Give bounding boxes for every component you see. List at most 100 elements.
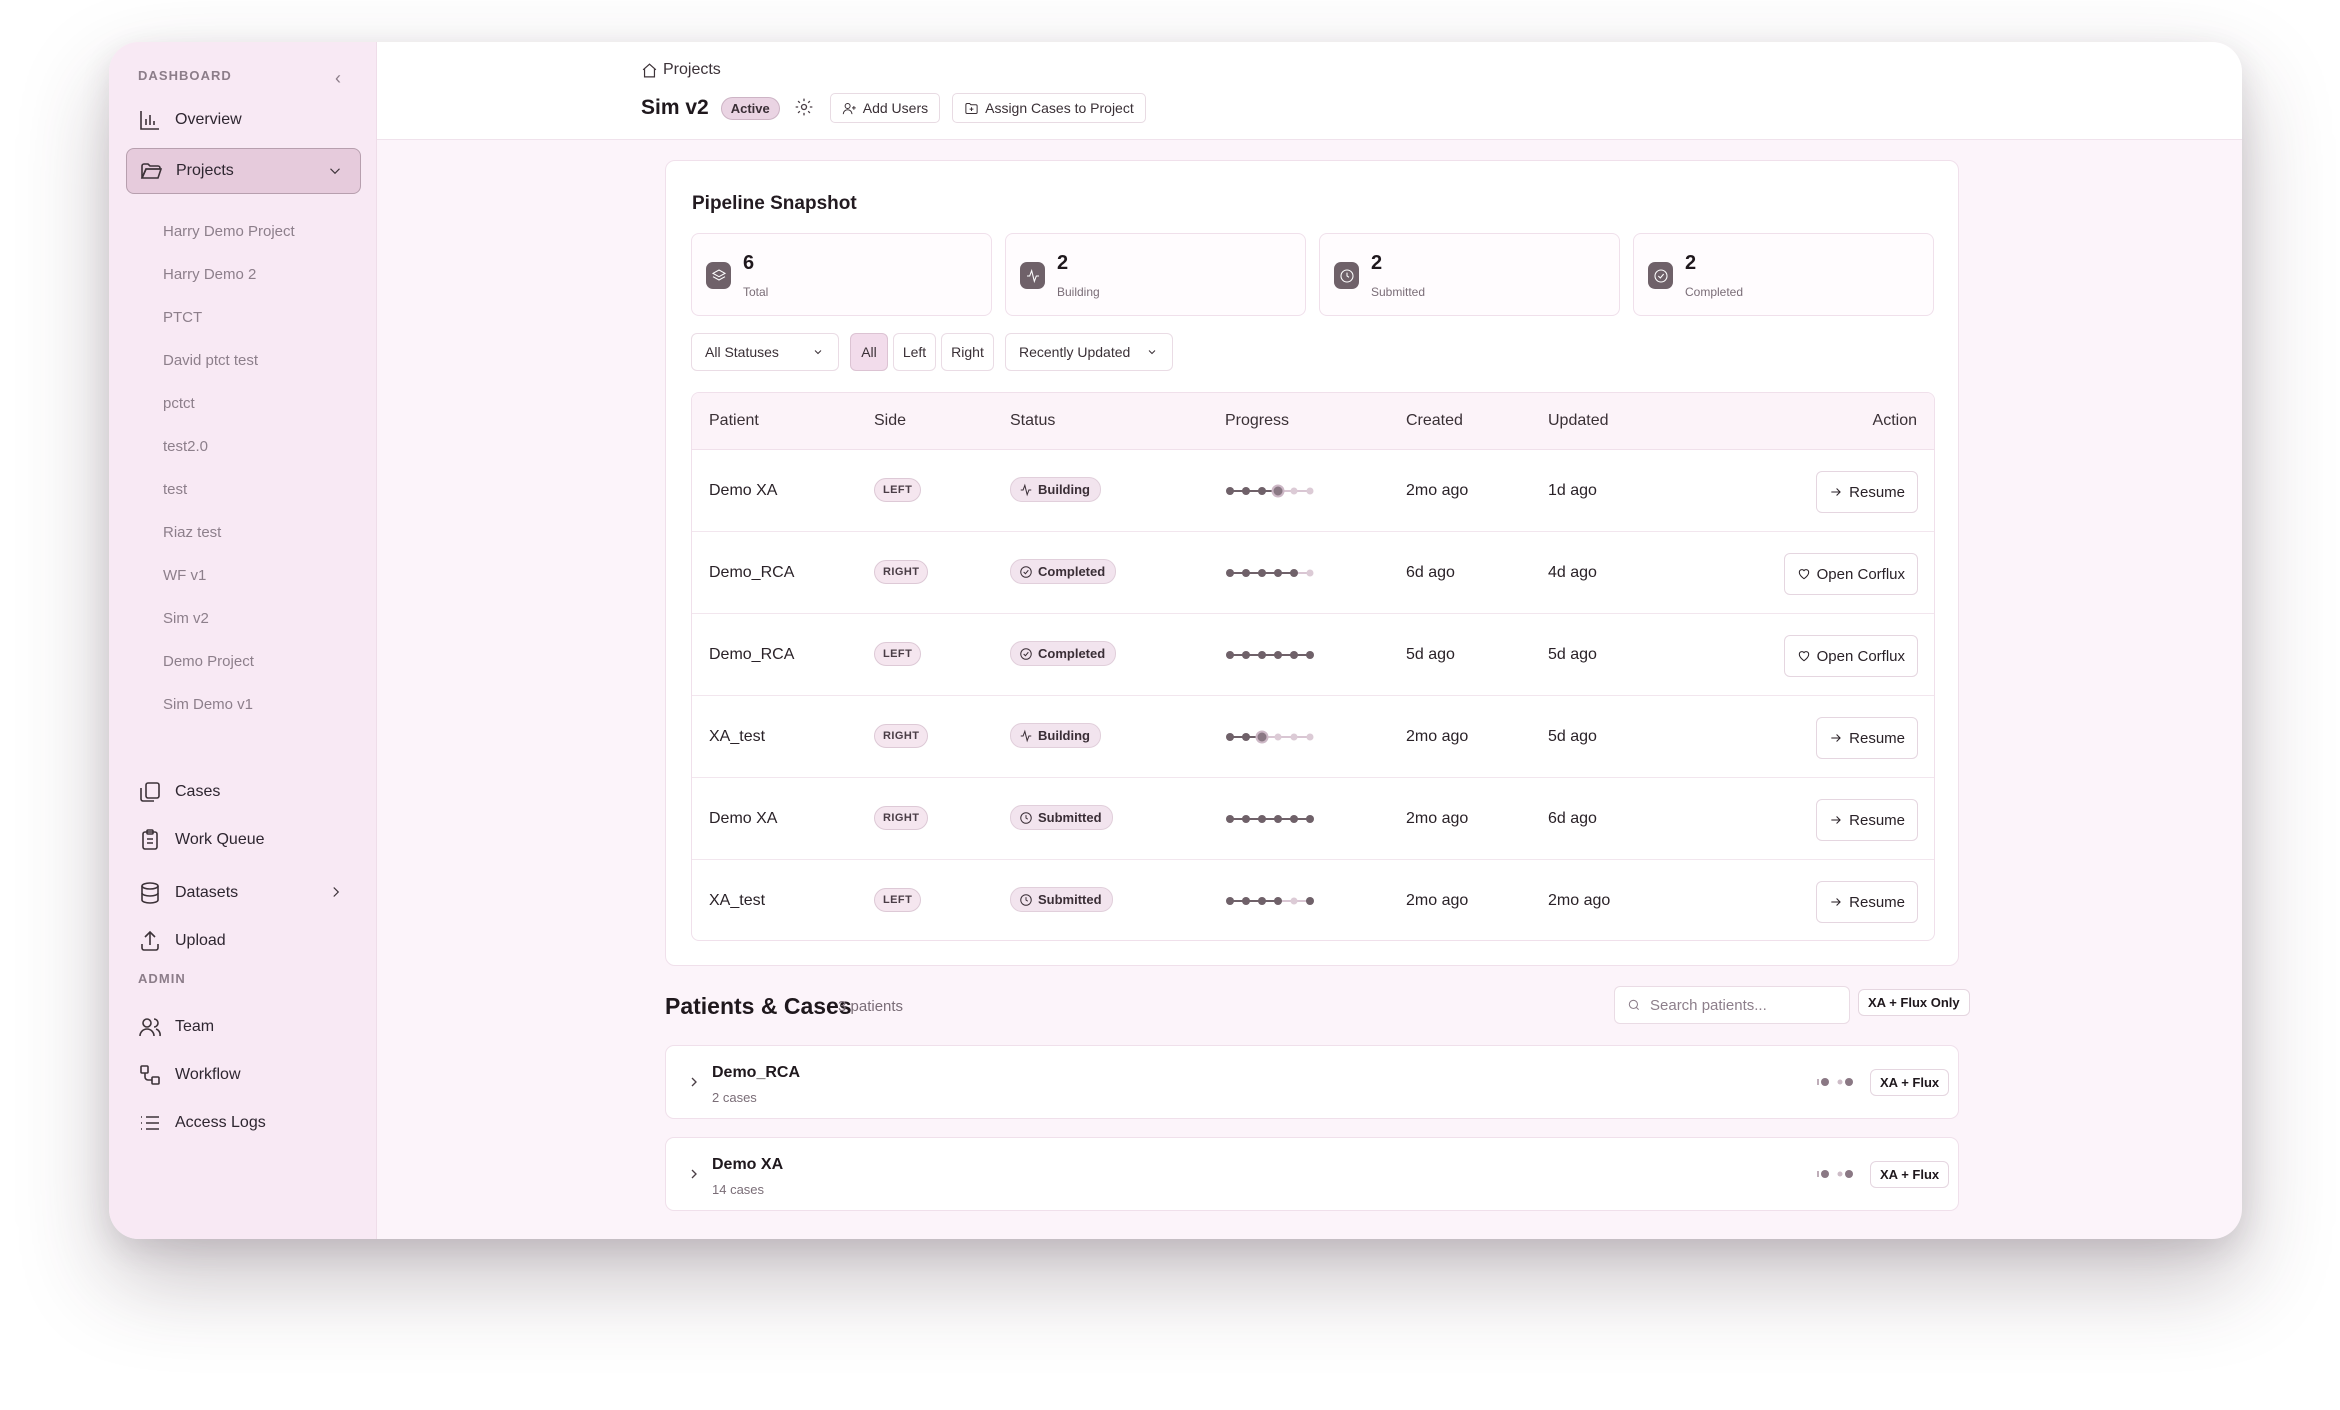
table-row: Demo XA RIGHT Submitted 2mo ago 6d ago Resume bbox=[692, 778, 1934, 860]
progress-step-done bbox=[1274, 651, 1282, 659]
progress-step-done bbox=[1242, 651, 1250, 659]
status-badge: Active bbox=[720, 96, 780, 120]
sidebar-project-item[interactable]: Sim v2 bbox=[163, 610, 209, 627]
sidebar-project-item[interactable]: Demo Project bbox=[163, 653, 254, 670]
progress-step-done bbox=[1226, 569, 1234, 577]
nav-projects-label: Projects bbox=[176, 162, 234, 179]
sidebar-project-item[interactable]: Riaz test bbox=[163, 524, 221, 541]
nav-access-logs[interactable]: Access Logs bbox=[126, 1100, 361, 1146]
chevron-right-icon[interactable] bbox=[327, 883, 345, 901]
progress-step-done bbox=[1290, 815, 1298, 823]
table-row: Demo_RCA LEFT Completed 5d ago 5d ago Open Co… bbox=[692, 614, 1934, 696]
row-action-button[interactable]: Resume bbox=[1816, 471, 1918, 513]
row-action-button[interactable]: Resume bbox=[1816, 717, 1918, 759]
row-action-button[interactable]: Resume bbox=[1816, 799, 1918, 841]
progress-step-done bbox=[1258, 651, 1266, 659]
row-action-button[interactable]: Open Corflux bbox=[1783, 635, 1918, 677]
progress-step-done bbox=[1290, 651, 1298, 659]
user-plus-icon bbox=[842, 102, 856, 114]
check-circle-icon bbox=[1653, 268, 1668, 283]
settings-button[interactable] bbox=[794, 97, 816, 119]
progress-step-done bbox=[1306, 651, 1314, 659]
nav-cases-label: Cases bbox=[175, 783, 221, 800]
patient-row[interactable]: Demo_RCA 2 cases XA + Flux bbox=[665, 1045, 1959, 1119]
sidebar-project-item[interactable]: PTCT bbox=[163, 309, 202, 326]
progress-step-pending bbox=[1290, 897, 1298, 905]
sidebar: DASHBOARD ‹ Overview Projects Harry Demo… bbox=[109, 42, 377, 1239]
sidebar-project-item[interactable]: test bbox=[163, 481, 187, 498]
breadcrumb[interactable]: Projects bbox=[641, 61, 721, 79]
nav-work-queue[interactable]: Work Queue bbox=[126, 817, 361, 863]
assign-cases-button[interactable]: Assign Cases to Project bbox=[952, 93, 1146, 123]
row-created: 2mo ago bbox=[1406, 728, 1469, 745]
progress-track bbox=[1226, 484, 1314, 498]
progress-step-done bbox=[1226, 733, 1234, 741]
side-filter-all[interactable]: All bbox=[850, 333, 888, 371]
table-row: Demo_RCA RIGHT Completed 6d ago 4d ago Open C… bbox=[692, 532, 1934, 614]
row-action-button[interactable]: Open Corflux bbox=[1783, 553, 1918, 595]
users-icon bbox=[139, 1018, 161, 1037]
collapse-sidebar-icon[interactable]: ‹ bbox=[328, 68, 348, 88]
status-filter-value: All Statuses bbox=[705, 344, 779, 360]
app-window: DASHBOARD ‹ Overview Projects Harry Demo… bbox=[109, 42, 2242, 1239]
nav-team[interactable]: Team bbox=[126, 1004, 361, 1050]
add-users-button[interactable]: Add Users bbox=[829, 93, 941, 123]
progress-step-done bbox=[1258, 897, 1266, 905]
chevron-right-icon[interactable] bbox=[686, 1166, 702, 1182]
chevron-down-icon bbox=[814, 350, 822, 355]
progress-step-pending bbox=[1274, 733, 1282, 741]
row-action-button[interactable]: Resume bbox=[1816, 881, 1918, 923]
row-patient: XA_test bbox=[709, 728, 766, 745]
arrow-right-icon bbox=[1831, 816, 1841, 824]
assign-cases-label: Assign Cases to Project bbox=[985, 100, 1134, 116]
side-badge: LEFT bbox=[874, 478, 922, 502]
progress-step-done bbox=[1226, 487, 1234, 495]
row-created: 2mo ago bbox=[1406, 482, 1469, 499]
chevron-down-icon[interactable] bbox=[326, 162, 344, 180]
row-updated: 2mo ago bbox=[1548, 892, 1611, 909]
sidebar-project-item[interactable]: Harry Demo 2 bbox=[163, 266, 256, 283]
nav-upload[interactable]: Upload bbox=[126, 918, 361, 964]
side-badge: RIGHT bbox=[874, 806, 929, 830]
row-action-label: Resume bbox=[1849, 483, 1905, 501]
xa-flux-only-filter[interactable]: XA + Flux Only bbox=[1858, 989, 1970, 1016]
breadcrumb-projects[interactable]: Projects bbox=[663, 61, 721, 79]
row-patient: Demo_RCA bbox=[709, 564, 795, 581]
row-status-label: Completed bbox=[1038, 564, 1106, 579]
sidebar-project-item[interactable]: David ptct test bbox=[163, 352, 258, 369]
row-created: 6d ago bbox=[1406, 564, 1455, 581]
pipeline-title: Pipeline Snapshot bbox=[692, 193, 857, 214]
nav-overview[interactable]: Overview bbox=[126, 97, 361, 143]
gear-icon bbox=[795, 98, 813, 116]
patient-row[interactable]: Demo XA 14 cases XA + Flux bbox=[665, 1137, 1959, 1211]
search-patients-input[interactable]: Search patients... bbox=[1614, 986, 1850, 1024]
nav-workflow[interactable]: Workflow bbox=[126, 1052, 361, 1098]
progress-step-done bbox=[1242, 897, 1250, 905]
sidebar-project-item[interactable]: Harry Demo Project bbox=[163, 223, 295, 240]
progress-track bbox=[1226, 569, 1314, 577]
activity-icon bbox=[1020, 729, 1032, 742]
patient-case-count: 14 cases bbox=[712, 1182, 765, 1197]
nav-cases[interactable]: Cases bbox=[126, 769, 361, 815]
sidebar-project-item[interactable]: Sim Demo v1 bbox=[163, 696, 253, 713]
status-filter-select[interactable]: All Statuses bbox=[691, 333, 839, 371]
progress-track bbox=[1226, 815, 1314, 823]
side-filter-right[interactable]: Right bbox=[941, 333, 994, 371]
nav-datasets[interactable]: Datasets bbox=[126, 870, 361, 916]
side-badge: LEFT bbox=[874, 642, 922, 666]
nav-projects[interactable]: Projects bbox=[126, 148, 361, 194]
col-progress: Progress bbox=[1225, 412, 1290, 429]
sidebar-project-item[interactable]: test2.0 bbox=[163, 438, 208, 455]
row-status-label: Building bbox=[1038, 728, 1090, 743]
side-filter-left[interactable]: Left bbox=[893, 333, 936, 371]
add-users-label: Add Users bbox=[862, 100, 929, 116]
sidebar-project-item[interactable]: WF v1 bbox=[163, 567, 206, 584]
chevron-right-icon[interactable] bbox=[686, 1074, 702, 1090]
check-circle-icon bbox=[1020, 647, 1032, 660]
sort-select[interactable]: Recently Updated bbox=[1005, 333, 1173, 371]
stat-submitted-label: Submitted bbox=[1371, 285, 1426, 299]
progress-step-done bbox=[1226, 815, 1234, 823]
row-updated: 5d ago bbox=[1548, 728, 1597, 745]
sidebar-project-item[interactable]: pctct bbox=[163, 395, 195, 412]
col-action: Action bbox=[1872, 412, 1917, 429]
